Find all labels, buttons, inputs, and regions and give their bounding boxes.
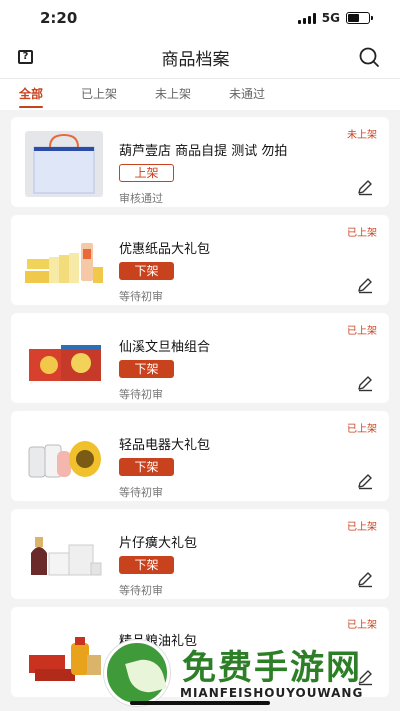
battery-icon [346,12,373,24]
product-name: 仙溪文旦柚组合 [119,340,211,355]
product-list: 葫芦壹店 商品自提 测试 勿拍 上架 审核通过 未上架 优惠纸品大礼包 下架 等… [0,110,400,697]
review-status: 审核通过 [119,192,163,205]
network-label: 5G [321,11,340,25]
listing-status-badge: 已上架 [347,228,377,239]
product-card[interactable]: 片仔癀大礼包 下架 等待初审 已上架 [11,509,389,599]
product-card[interactable]: 轻品电器大礼包 下架 等待初审 已上架 [11,411,389,501]
product-card[interactable]: 葫芦壹店 商品自提 测试 勿拍 上架 审核通过 未上架 [11,117,389,207]
signal-icon [297,12,316,24]
watermark-logo-icon [104,640,170,706]
status-indicators: 5G [297,11,373,25]
product-card[interactable]: 仙溪文旦柚组合 下架 等待初审 已上架 [11,313,389,403]
product-image-cosmetics [25,523,103,589]
review-status: 等待初审 [119,584,163,597]
product-image-pomelo-box [25,327,103,393]
edit-icon[interactable] [356,178,374,196]
watermark-title: 免费手游网 [182,648,362,688]
product-image-shopping-bag [25,131,103,197]
product-name: 片仔癀大礼包 [119,536,198,551]
product-name: 轻品电器大礼包 [119,438,211,453]
delist-button[interactable]: 下架 [119,556,174,574]
tab-bar: 全部 已上架 未上架 未通过 [0,78,400,110]
review-status: 等待初审 [119,486,163,499]
edit-icon[interactable] [356,374,374,392]
listing-status-badge: 未上架 [347,130,377,141]
home-indicator [130,701,270,705]
watermark-subtitle: MIANFEISHOUYOUWANG [180,686,364,700]
review-status: 等待初审 [119,290,163,303]
product-image-paper-products [25,229,103,295]
listing-status-badge: 已上架 [347,522,377,533]
page-title: 商品档案 [161,49,230,70]
listing-status-badge: 已上架 [347,424,377,435]
tab-unlisted[interactable]: 未上架 [155,79,191,111]
list-button[interactable]: 上架 [119,164,174,182]
tab-rejected[interactable]: 未通过 [229,79,265,111]
edit-icon[interactable] [356,472,374,490]
question-box-icon[interactable]: ? [18,50,33,64]
product-image-grain-oil [25,621,103,687]
delist-button[interactable]: 下架 [119,360,174,378]
app-header: ? 商品档案 [0,36,400,78]
tab-all[interactable]: 全部 [19,79,44,111]
edit-icon[interactable] [356,570,374,588]
edit-icon[interactable] [356,276,374,294]
status-bar: 2:20 5G [0,0,400,36]
delist-button[interactable]: 下架 [119,262,174,280]
delist-button[interactable]: 下架 [119,458,174,476]
search-icon[interactable] [358,46,380,68]
review-status: 等待初审 [119,388,163,401]
listing-status-badge: 已上架 [347,326,377,337]
product-name: 葫芦壹店 商品自提 测试 勿拍 [119,144,288,159]
watermark: 免费手游网 MIANFEISHOUYOUWANG [96,638,396,708]
tab-listed[interactable]: 已上架 [81,79,117,111]
status-time: 2:20 [40,9,78,27]
product-name: 优惠纸品大礼包 [119,242,211,257]
listing-status-badge: 已上架 [347,620,377,631]
product-image-appliances [25,425,103,491]
product-card[interactable]: 优惠纸品大礼包 下架 等待初审 已上架 [11,215,389,305]
